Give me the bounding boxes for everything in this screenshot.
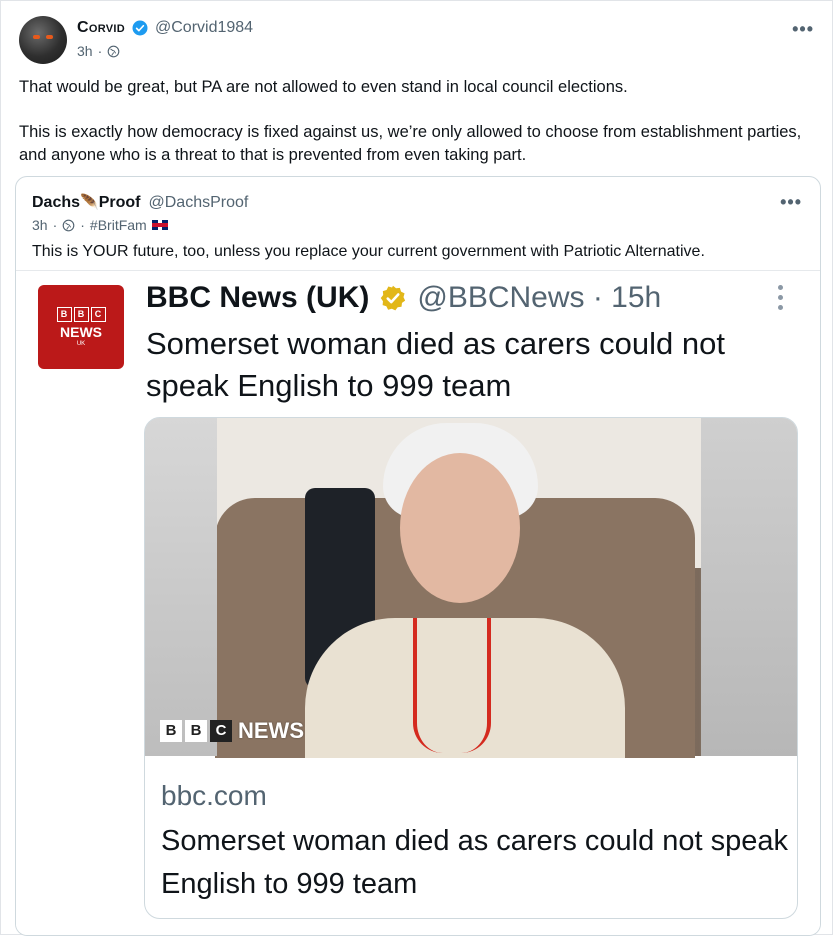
quoted-author-handle[interactable]: @DachsProof: [149, 194, 249, 212]
feather-icon: 🪶: [80, 194, 99, 211]
avatar-eye-left: [33, 35, 40, 39]
vertical-dots-icon: [778, 285, 784, 315]
verified-badge-icon: [132, 20, 148, 36]
quoted-timestamp[interactable]: 3h: [32, 217, 48, 233]
quoted-text: This is YOUR future, too, unless you rep…: [32, 243, 705, 260]
gold-verified-badge-icon: [381, 285, 406, 311]
bbc-logo-boxes: B B C: [38, 307, 124, 322]
bbc-logo-news: NEWS: [60, 324, 102, 340]
author-name[interactable]: Corvid: [77, 19, 125, 37]
quoted-name-part: Proof: [98, 194, 141, 211]
screenshot-account-name: BBC News (UK): [146, 281, 370, 314]
post-paragraph: That would be great, but PA are not allo…: [19, 78, 628, 96]
author-handle[interactable]: @Corvid1984: [155, 19, 253, 37]
author-avatar[interactable]: [19, 16, 67, 64]
quoted-header: Dachs🪶Proof @DachsProof: [32, 193, 248, 212]
more-options-button[interactable]: •••: [792, 19, 814, 40]
hashtag-link[interactable]: #BritFam: [90, 217, 147, 233]
globe-icon: [107, 45, 120, 57]
globe-icon: [62, 219, 75, 231]
screenshot-header: BBC News (UK) @BBCNews · 15h: [146, 281, 661, 315]
bbc-logo-letter: C: [90, 307, 106, 322]
watermark-letter: B: [160, 720, 182, 742]
screenshot-account-handle: @BBCNews · 15h: [417, 281, 662, 314]
quoted-name-part: Dachs: [32, 194, 81, 211]
post-body: That would be great, but PA are not allo…: [19, 76, 819, 189]
meta-separator: ·: [52, 217, 58, 233]
bbc-logo-uk: UK: [76, 341, 86, 347]
watermark-letter: B: [185, 720, 207, 742]
watermark-news: NEWS: [238, 718, 304, 743]
post-meta: 3h ·: [77, 43, 120, 59]
quoted-meta: 3h · · #BritFam: [32, 217, 168, 233]
bbc-news-avatar: B B C NEWS UK: [38, 285, 124, 369]
embedded-screenshot[interactable]: B B C NEWS UK BBC News (UK) @BBCNews · 1…: [16, 270, 820, 935]
uk-flag-icon: [151, 220, 168, 230]
meta-separator: ·: [80, 217, 85, 233]
post-paragraph: This is exactly how democracy is fixed a…: [19, 123, 802, 164]
post-card: Corvid @Corvid1984 3h · ••• That would b…: [0, 0, 833, 936]
meta-separator: ·: [97, 43, 103, 59]
card-title: Somerset woman died as carers could not …: [161, 825, 789, 900]
quoted-author-name[interactable]: Dachs🪶Proof: [32, 193, 141, 212]
quoted-post[interactable]: Dachs🪶Proof @DachsProof 3h · · #BritFam …: [15, 176, 821, 936]
card-domain: bbc.com: [161, 780, 267, 811]
link-preview-card: B B C NEWS bbc.com Somerset woman died a…: [144, 417, 798, 919]
article-photo: B B C NEWS: [145, 418, 797, 758]
bbc-news-watermark: B B C NEWS: [160, 718, 304, 744]
post-header: Corvid @Corvid1984: [77, 19, 253, 37]
quoted-more-options-button[interactable]: •••: [780, 192, 802, 213]
avatar-eye-right: [46, 35, 53, 39]
post-timestamp[interactable]: 3h: [77, 43, 93, 59]
bbc-logo-letter: B: [73, 307, 89, 322]
watermark-letter: C: [210, 720, 232, 742]
bbc-logo-letter: B: [56, 307, 72, 322]
screenshot-headline: Somerset woman died as carers could not …: [146, 326, 725, 403]
